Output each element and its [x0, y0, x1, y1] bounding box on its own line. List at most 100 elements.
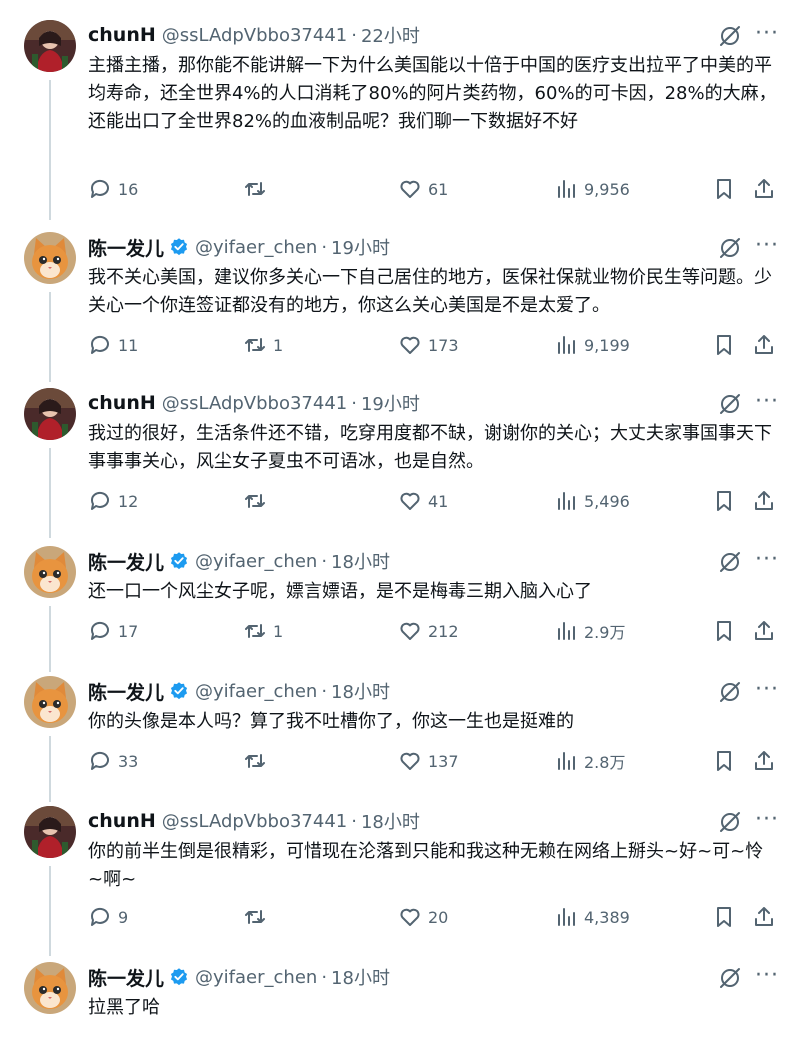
more-options-icon[interactable]: ···: [752, 962, 782, 990]
display-name[interactable]: 陈一发儿: [88, 964, 164, 991]
orange-cat-avatar: [24, 962, 76, 1014]
display-name[interactable]: 陈一发儿: [88, 234, 164, 261]
bookmark-button[interactable]: [712, 330, 736, 360]
user-handle[interactable]: @yifaer_chen: [195, 551, 317, 572]
bookmark-icon: [717, 491, 731, 511]
timestamp[interactable]: 19小时: [361, 390, 420, 416]
timestamp[interactable]: 18小时: [331, 964, 390, 990]
retweet-button[interactable]: [243, 174, 273, 204]
retweet-button[interactable]: [243, 902, 273, 932]
avatar[interactable]: [24, 546, 76, 598]
like-button[interactable]: 173: [398, 330, 459, 360]
reply-button[interactable]: 16: [88, 174, 138, 204]
share-button[interactable]: [752, 902, 776, 932]
timestamp[interactable]: 18小时: [331, 678, 390, 704]
more-options-icon[interactable]: ···: [752, 806, 782, 834]
retweet-icon: [245, 338, 265, 352]
reply-button[interactable]: 9: [88, 902, 128, 932]
action-bar: 12 41 5,496: [88, 486, 778, 516]
verified-badge-icon: [170, 552, 188, 570]
grok-icon[interactable]: [717, 24, 743, 48]
reply-button[interactable]: 17: [88, 616, 138, 646]
grok-icon[interactable]: [717, 680, 743, 704]
orange-cat-avatar: [24, 232, 76, 284]
bookmark-button[interactable]: [712, 746, 736, 776]
timestamp[interactable]: 22小时: [361, 22, 420, 48]
views-button[interactable]: 4,389: [554, 902, 630, 932]
display-name[interactable]: 陈一发儿: [88, 548, 164, 575]
share-button[interactable]: [752, 174, 776, 204]
grok-icon[interactable]: [717, 966, 743, 990]
reply-button[interactable]: 33: [88, 746, 138, 776]
timestamp[interactable]: 19小时: [331, 234, 390, 260]
bookmark-icon: [717, 335, 731, 355]
user-handle[interactable]: @yifaer_chen: [195, 237, 317, 258]
reply-button[interactable]: 12: [88, 486, 138, 516]
like-button[interactable]: 137: [398, 746, 459, 776]
views-button[interactable]: 5,496: [554, 486, 630, 516]
avatar[interactable]: [24, 232, 76, 284]
reply-button[interactable]: 11: [88, 330, 138, 360]
user-handle[interactable]: @yifaer_chen: [195, 681, 317, 702]
like-button[interactable]: 41: [398, 486, 448, 516]
more-options-icon[interactable]: ···: [752, 676, 782, 704]
bookmark-button[interactable]: [712, 616, 736, 646]
display-name[interactable]: chunH: [88, 24, 156, 46]
display-name[interactable]: chunH: [88, 810, 156, 832]
more-options-icon[interactable]: ···: [752, 546, 782, 574]
avatar[interactable]: [24, 388, 76, 440]
user-handle[interactable]: @ssLAdpVbbo37441: [162, 811, 347, 832]
tweet-text: 拉黑了哈: [88, 997, 160, 1018]
user-handle[interactable]: @ssLAdpVbbo37441: [162, 393, 347, 414]
like-button[interactable]: 20: [398, 902, 448, 932]
retweet-button[interactable]: [243, 486, 273, 516]
bookmark-icon: [717, 907, 731, 927]
views-button[interactable]: 9,956: [554, 174, 630, 204]
heart-icon: [400, 492, 420, 510]
share-icon: [755, 751, 773, 770]
view-count: 4,389: [584, 907, 630, 927]
retweet-button[interactable]: 1: [243, 330, 283, 360]
views-button[interactable]: 2.8万: [554, 746, 625, 776]
user-handle[interactable]: @yifaer_chen: [195, 967, 317, 988]
action-bar: 9 20 4,389: [88, 902, 778, 932]
bookmark-button[interactable]: [712, 902, 736, 932]
grok-icon[interactable]: [717, 236, 743, 260]
retweet-button[interactable]: [243, 746, 273, 776]
share-button[interactable]: [752, 330, 776, 360]
views-button[interactable]: 2.9万: [554, 616, 625, 646]
retweet-button[interactable]: 1: [243, 616, 283, 646]
more-options-icon[interactable]: ···: [752, 388, 782, 416]
avatar[interactable]: [24, 676, 76, 728]
share-icon: [755, 621, 773, 640]
display-name[interactable]: 陈一发儿: [88, 678, 164, 705]
avatar[interactable]: [24, 20, 76, 72]
bookmark-button[interactable]: [712, 174, 736, 204]
heart-icon: [400, 336, 420, 354]
share-button[interactable]: [752, 746, 776, 776]
share-button[interactable]: [752, 616, 776, 646]
views-button[interactable]: 9,199: [554, 330, 630, 360]
verified-badge-icon: [170, 968, 188, 986]
more-options-icon[interactable]: ···: [752, 232, 782, 260]
more-options-icon[interactable]: ···: [752, 20, 782, 48]
avatar[interactable]: [24, 962, 76, 1014]
user-handle[interactable]: @ssLAdpVbbo37441: [162, 25, 347, 46]
like-button[interactable]: 212: [398, 616, 459, 646]
heart-icon: [400, 908, 420, 926]
timestamp[interactable]: 18小时: [331, 548, 390, 574]
bookmark-icon: [717, 621, 731, 641]
retweet-icon: [245, 494, 265, 508]
verified-badge-icon: [170, 682, 188, 700]
grok-icon[interactable]: [717, 392, 743, 416]
grok-icon[interactable]: [717, 550, 743, 574]
grok-icon[interactable]: [717, 810, 743, 834]
share-button[interactable]: [752, 486, 776, 516]
avatar[interactable]: [24, 806, 76, 858]
display-name[interactable]: chunH: [88, 392, 156, 414]
like-count: 61: [428, 179, 449, 199]
timestamp[interactable]: 18小时: [361, 808, 420, 834]
bookmark-button[interactable]: [712, 486, 736, 516]
like-button[interactable]: 61: [398, 174, 448, 204]
like-count: 20: [428, 907, 449, 927]
